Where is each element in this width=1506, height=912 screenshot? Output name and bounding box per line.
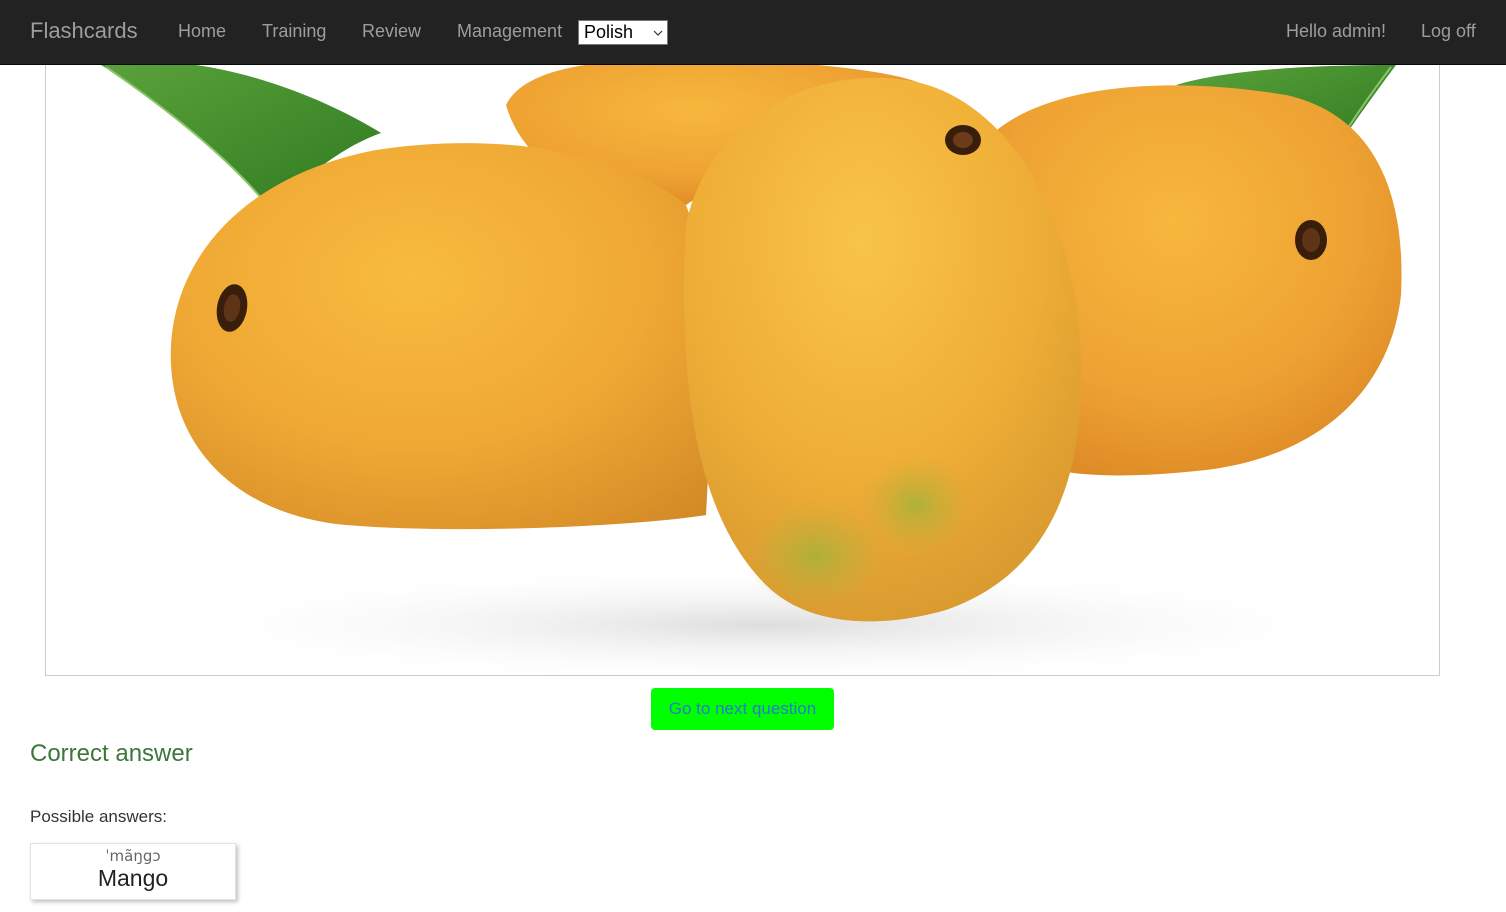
flashcard-image (45, 65, 1440, 676)
language-select[interactable]: Polish (578, 20, 668, 45)
greeting-link[interactable]: Hello admin! (1286, 21, 1386, 42)
brand-link[interactable]: Flashcards (30, 18, 138, 44)
next-question-button[interactable]: Go to next question (651, 688, 834, 730)
nav-home[interactable]: Home (178, 21, 226, 42)
nav-management[interactable]: Management (457, 21, 562, 42)
mango-image (101, 65, 1406, 675)
answer-phonetic: ˈmãŋgɔ (105, 847, 161, 865)
chevron-down-icon (653, 30, 663, 36)
possible-answers-label: Possible answers: (30, 807, 168, 826)
logoff-link[interactable]: Log off (1421, 21, 1476, 42)
nav-training[interactable]: Training (262, 21, 326, 42)
result-heading: Correct answer (30, 740, 193, 767)
answer-word: Mango (97, 865, 169, 891)
language-select-value: Polish (584, 22, 634, 42)
top-navbar: Flashcards Home Training Review Manageme… (0, 0, 1506, 65)
answer-card: ˈmãŋgɔ Mango (30, 843, 236, 900)
nav-review[interactable]: Review (362, 21, 421, 42)
